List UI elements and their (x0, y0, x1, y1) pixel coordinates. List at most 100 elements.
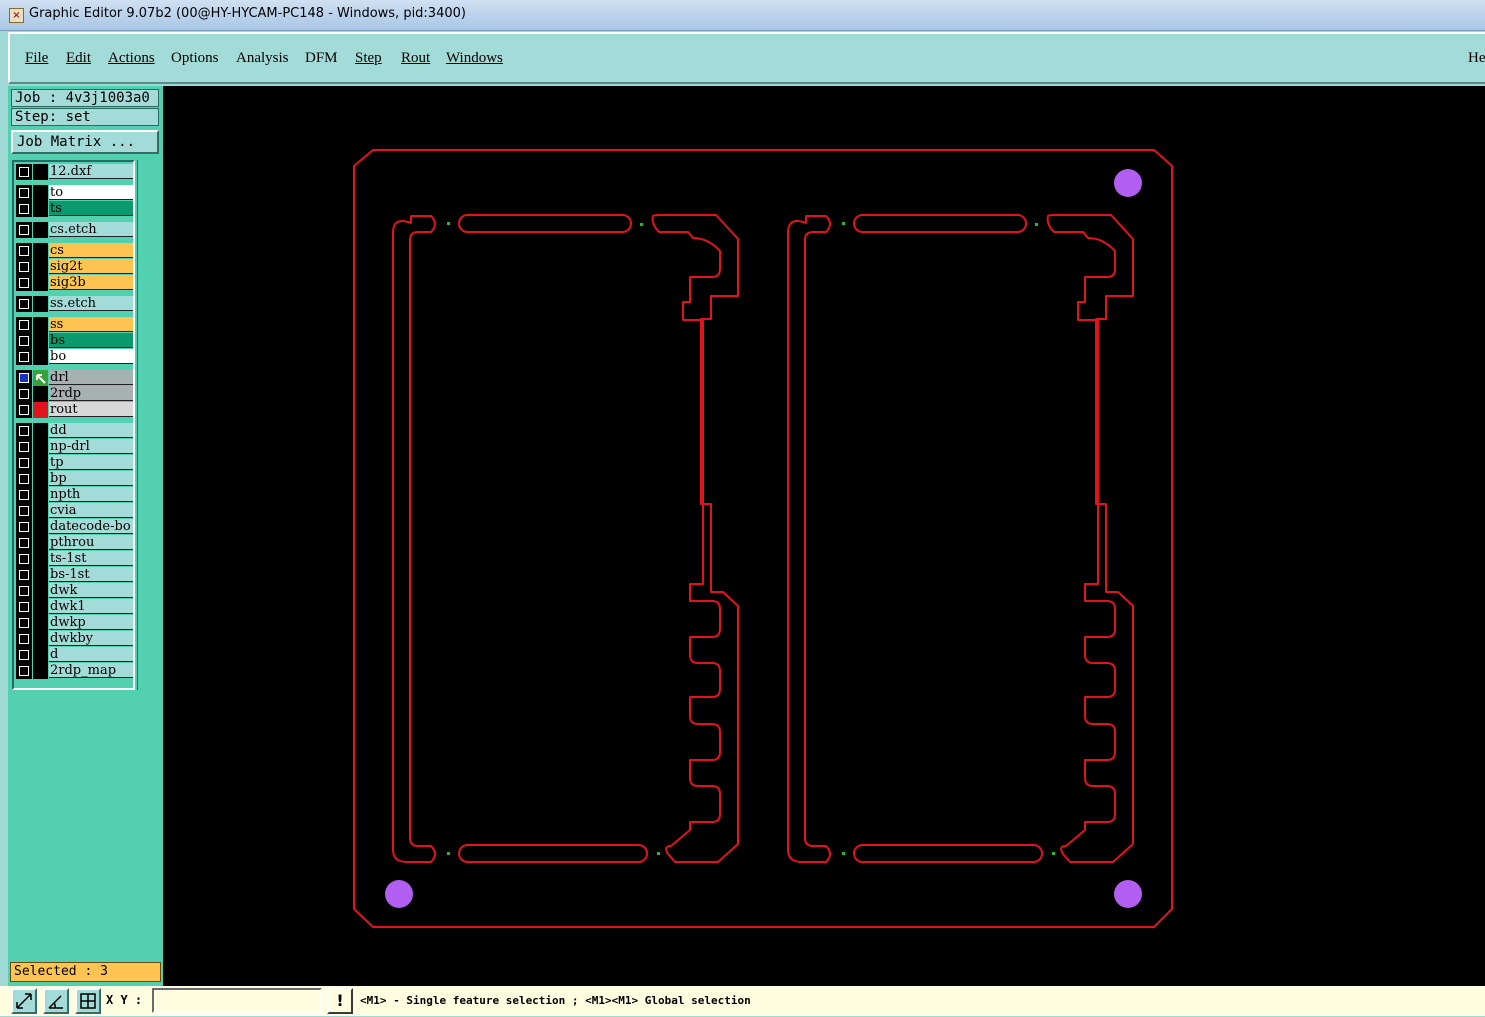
layer-display-swatch[interactable] (33, 583, 48, 599)
grid-snap-button[interactable] (75, 988, 101, 1014)
layer-name[interactable]: dwk1 (49, 599, 133, 614)
layer-row-dd[interactable]: dd (16, 423, 134, 439)
layer-affected-checkbox[interactable] (16, 583, 32, 599)
layer-name[interactable]: ss (49, 317, 133, 332)
layer-affected-checkbox[interactable] (16, 259, 32, 275)
layer-row-npth[interactable]: npth (16, 487, 134, 503)
layer-affected-checkbox[interactable] (16, 439, 32, 455)
job-matrix-button[interactable]: Job Matrix ... (11, 130, 159, 154)
layer-name[interactable]: bs-1st (49, 567, 133, 582)
layer-row-cs-etch[interactable]: cs.etch (16, 222, 134, 238)
layer-row-to[interactable]: to (16, 185, 134, 201)
layer-name[interactable]: dwk (49, 583, 133, 598)
layer-row-2rdp[interactable]: 2rdp (16, 386, 134, 402)
layer-name[interactable]: 12.dxf (49, 164, 133, 179)
layer-display-swatch[interactable] (33, 471, 48, 487)
layer-affected-checkbox[interactable] (16, 487, 32, 503)
layer-affected-checkbox[interactable] (16, 317, 32, 333)
layer-affected-checkbox[interactable] (16, 647, 32, 663)
layer-row-bp[interactable]: bp (16, 471, 134, 487)
layer-name[interactable]: dwkby (49, 631, 133, 646)
menu-dfm[interactable]: DFM (305, 50, 338, 67)
layer-display-swatch[interactable] (33, 455, 48, 471)
layer-name[interactable]: ts (49, 201, 133, 216)
layer-name[interactable]: drl (49, 370, 133, 385)
layer-row-datecode-bo[interactable]: datecode-bo (16, 519, 134, 535)
zoom-fit-button[interactable] (11, 988, 37, 1014)
menu-file[interactable]: File (25, 50, 48, 67)
layer-display-swatch[interactable] (33, 551, 48, 567)
layer-affected-checkbox[interactable] (16, 471, 32, 487)
layer-row-cs[interactable]: cs (16, 243, 134, 259)
layer-name[interactable]: dd (49, 423, 133, 438)
layer-name[interactable]: rout (49, 402, 133, 417)
layer-affected-checkbox[interactable] (16, 275, 32, 291)
layer-name[interactable]: ts-1st (49, 551, 133, 566)
layer-affected-checkbox[interactable] (16, 503, 32, 519)
coordinate-input[interactable] (152, 988, 322, 1013)
measure-button[interactable] (43, 988, 69, 1014)
layer-row-ss[interactable]: ss (16, 317, 134, 333)
layer-name[interactable]: sig2t (49, 259, 133, 274)
layer-affected-checkbox[interactable] (16, 402, 32, 418)
layer-row-2rdp-map[interactable]: 2rdp_map (16, 663, 134, 679)
layer-row-tp[interactable]: tp (16, 455, 134, 471)
layer-row-ts[interactable]: ts (16, 201, 134, 217)
layer-name[interactable]: cs.etch (49, 222, 133, 237)
layer-affected-checkbox[interactable] (16, 535, 32, 551)
layer-name[interactable]: 2rdp_map (49, 663, 133, 678)
layer-row-sig3b[interactable]: sig3b (16, 275, 134, 291)
layer-affected-checkbox[interactable] (16, 631, 32, 647)
menu-step[interactable]: Step (355, 50, 382, 67)
layer-name[interactable]: datecode-bo (49, 519, 133, 534)
layer-affected-checkbox[interactable] (16, 222, 32, 238)
layer-affected-checkbox[interactable] (16, 370, 32, 386)
layer-row-cvia[interactable]: cvia (16, 503, 134, 519)
layer-row-dwk1[interactable]: dwk1 (16, 599, 134, 615)
layer-display-swatch[interactable] (33, 615, 48, 631)
layer-row-np-drl[interactable]: np-drl (16, 439, 134, 455)
layer-display-swatch[interactable] (33, 185, 48, 201)
layer-row-ss-etch[interactable]: ss.etch (16, 296, 134, 312)
layer-name[interactable]: cvia (49, 503, 133, 518)
layer-display-swatch[interactable] (33, 370, 48, 386)
layer-row-dwkp[interactable]: dwkp (16, 615, 134, 631)
menu-options[interactable]: Options (171, 50, 219, 67)
layer-affected-checkbox[interactable] (16, 615, 32, 631)
layer-row-bs-1st[interactable]: bs-1st (16, 567, 134, 583)
layer-name[interactable]: d (49, 647, 133, 662)
layer-name[interactable]: bs (49, 333, 133, 348)
layer-display-swatch[interactable] (33, 259, 48, 275)
layer-name[interactable]: bo (49, 349, 133, 364)
layer-display-swatch[interactable] (33, 535, 48, 551)
layer-display-swatch[interactable] (33, 423, 48, 439)
layer-affected-checkbox[interactable] (16, 296, 32, 312)
layer-display-swatch[interactable] (33, 243, 48, 259)
graphic-canvas[interactable] (163, 86, 1485, 986)
layer-affected-checkbox[interactable] (16, 599, 32, 615)
layer-row-dwkby[interactable]: dwkby (16, 631, 134, 647)
layer-name[interactable]: npth (49, 487, 133, 502)
layer-affected-checkbox[interactable] (16, 386, 32, 402)
layer-display-swatch[interactable] (33, 222, 48, 238)
layer-row-ts-1st[interactable]: ts-1st (16, 551, 134, 567)
layer-name[interactable]: pthrou (49, 535, 133, 550)
layer-affected-checkbox[interactable] (16, 663, 32, 679)
layer-row-drl[interactable]: drl (16, 370, 134, 386)
layer-name[interactable]: cs (49, 243, 133, 258)
layer-display-swatch[interactable] (33, 201, 48, 217)
layer-display-swatch[interactable] (33, 519, 48, 535)
layer-display-swatch[interactable] (33, 631, 48, 647)
layer-name[interactable]: 2rdp (49, 386, 133, 401)
layer-row-dwk[interactable]: dwk (16, 583, 134, 599)
layer-affected-checkbox[interactable] (16, 185, 32, 201)
layer-row-d[interactable]: d (16, 647, 134, 663)
layer-row-rout[interactable]: rout (16, 402, 134, 418)
layer-name[interactable]: bp (49, 471, 133, 486)
layer-affected-checkbox[interactable] (16, 519, 32, 535)
layer-affected-checkbox[interactable] (16, 201, 32, 217)
layer-display-swatch[interactable] (33, 567, 48, 583)
layer-name[interactable]: dwkp (49, 615, 133, 630)
layer-display-swatch[interactable] (33, 439, 48, 455)
layer-affected-checkbox[interactable] (16, 423, 32, 439)
